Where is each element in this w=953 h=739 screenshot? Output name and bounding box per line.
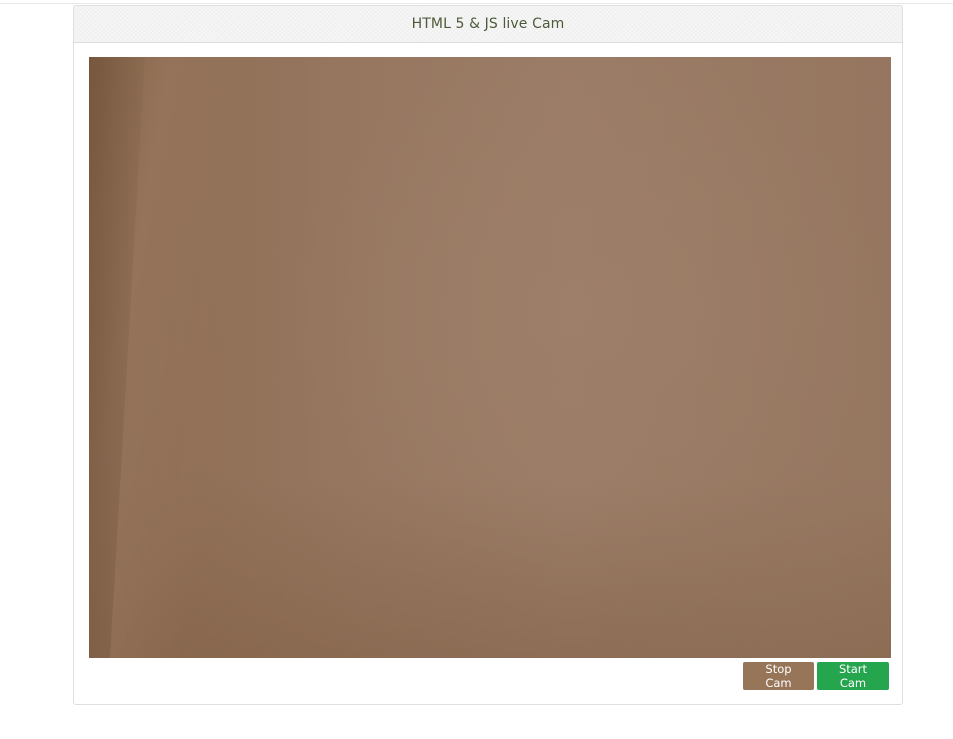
cam-panel-title: HTML 5 & JS live Cam [411, 16, 565, 32]
cam-controls: Stop Cam Start Cam [743, 662, 889, 690]
start-cam-button[interactable]: Start Cam [817, 662, 889, 690]
cam-panel-header: HTML 5 & JS live Cam [74, 6, 902, 43]
cam-panel: HTML 5 & JS live Cam Stop Cam Start Cam [73, 5, 903, 705]
camera-video [89, 57, 891, 658]
video-edge-shadow [89, 57, 145, 658]
stop-cam-button[interactable]: Stop Cam [743, 662, 814, 690]
top-divider [0, 3, 953, 4]
